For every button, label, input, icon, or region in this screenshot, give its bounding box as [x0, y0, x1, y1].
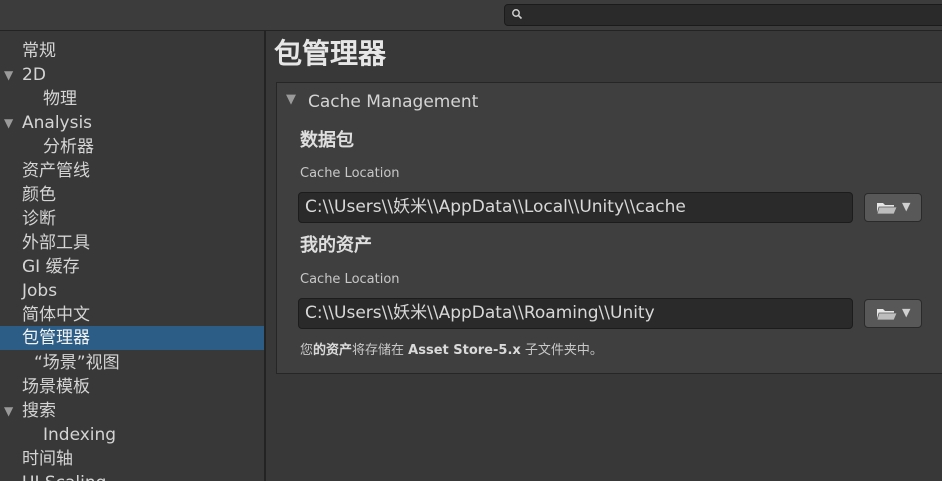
- sidebar-item-label: 资产管线: [22, 161, 90, 181]
- sidebar-item-asset-pipeline[interactable]: 资产管线: [0, 159, 264, 183]
- foldout-arrow-icon[interactable]: ▼: [286, 92, 296, 107]
- search-input[interactable]: [504, 4, 942, 26]
- folder-icon: [876, 309, 898, 321]
- chevron-down-icon: ▼: [902, 306, 911, 319]
- sidebar-splitter[interactable]: [264, 31, 266, 481]
- sidebar-item-label: 搜索: [22, 401, 56, 421]
- sidebar-item-label: 诊断: [22, 209, 56, 229]
- toolbar: [0, 0, 942, 31]
- note-bold-assets: 的资产: [313, 343, 353, 358]
- folder-icon: [876, 203, 898, 215]
- expand-arrow-icon[interactable]: ▼: [4, 63, 13, 87]
- packages-cache-location-label: Cache Location: [300, 166, 400, 181]
- sidebar-item-indexing[interactable]: Indexing: [0, 423, 264, 447]
- sidebar-item-label: Analysis: [22, 113, 93, 133]
- search-icon: [512, 9, 523, 20]
- sidebar-item-jobs[interactable]: Jobs: [0, 279, 264, 303]
- sidebar-item-2d[interactable]: ▼ 2D: [0, 63, 264, 87]
- sidebar-item-simplified-chinese[interactable]: 简体中文: [0, 303, 264, 327]
- chevron-down-icon: ▼: [902, 200, 911, 213]
- assets-cache-location-label: Cache Location: [300, 272, 400, 287]
- expand-arrow-icon[interactable]: ▼: [4, 111, 13, 135]
- sidebar-item-package-manager[interactable]: 包管理器: [0, 326, 264, 350]
- sidebar-item-diagnostics[interactable]: 诊断: [0, 207, 264, 231]
- sidebar-item-label: 包管理器: [22, 328, 90, 348]
- sidebar-item-ui-scaling[interactable]: UI Scaling: [0, 471, 264, 481]
- assets-storage-note: 您的资产将存储在 Asset Store-5.x 子文件夹中。: [300, 342, 603, 360]
- note-prefix: 您: [300, 343, 314, 358]
- sidebar-item-label: 场景模板: [22, 377, 90, 397]
- sidebar-item-search[interactable]: ▼ 搜索: [0, 399, 264, 423]
- note-middle: 将存储在: [352, 343, 409, 358]
- sidebar-item-label: 外部工具: [22, 233, 90, 253]
- expand-arrow-icon[interactable]: ▼: [4, 399, 13, 423]
- sidebar-item-analysis[interactable]: ▼ Analysis: [0, 111, 264, 135]
- sidebar-item-label: “场景”视图: [34, 353, 120, 373]
- sidebar-item-label: 颜色: [22, 185, 56, 205]
- sidebar-item-gi-cache[interactable]: GI 缓存: [0, 255, 264, 279]
- my-assets-section-title: 我的资产: [300, 235, 372, 256]
- sidebar-item-label: 时间轴: [22, 449, 73, 469]
- assets-cache-path-field[interactable]: C:\\Users\\妖米\\AppData\\Roaming\\Unity: [298, 298, 853, 329]
- foldout-title[interactable]: Cache Management: [308, 90, 478, 114]
- sidebar-item-label: 分析器: [43, 137, 94, 157]
- sidebar-item-general[interactable]: 常规: [0, 39, 264, 63]
- cache-management-panel: ▼ Cache Management 数据包 Cache Location C:…: [276, 82, 942, 374]
- sidebar-item-label: GI 缓存: [22, 257, 80, 277]
- sidebar-item-colors[interactable]: 颜色: [0, 183, 264, 207]
- sidebar-item-label: 物理: [43, 89, 77, 109]
- sidebar-item-label: 2D: [22, 65, 46, 85]
- sidebar-item-scene-view[interactable]: “场景”视图: [0, 351, 264, 375]
- sidebar-item-label: UI Scaling: [22, 471, 106, 481]
- page-title: 包管理器: [274, 37, 387, 70]
- packages-cache-path-field[interactable]: C:\\Users\\妖米\\AppData\\Local\\Unity\\ca…: [298, 192, 853, 223]
- note-suffix: 子文件夹中。: [520, 343, 603, 358]
- sidebar-item-label: Jobs: [22, 281, 58, 301]
- assets-folder-button[interactable]: ▼: [864, 299, 922, 328]
- packages-section-title: 数据包: [300, 130, 354, 151]
- sidebar-item-label: 常规: [22, 41, 56, 61]
- sidebar-item-profiler[interactable]: 分析器: [0, 135, 264, 159]
- sidebar-item-scene-template[interactable]: 场景模板: [0, 375, 264, 399]
- sidebar-item-label: Indexing: [43, 425, 117, 445]
- sidebar-item-timeline[interactable]: 时间轴: [0, 447, 264, 471]
- packages-folder-button[interactable]: ▼: [864, 193, 922, 222]
- sidebar-item-external-tools[interactable]: 外部工具: [0, 231, 264, 255]
- sidebar-item-physics[interactable]: 物理: [0, 87, 264, 111]
- sidebar-item-label: 简体中文: [22, 305, 90, 325]
- preferences-sidebar: 常规 ▼ 2D 物理 ▼ Analysis 分析器 资产管线 颜色 诊断 外部工…: [0, 31, 264, 481]
- note-bold-folder: Asset Store-5.x: [408, 343, 521, 358]
